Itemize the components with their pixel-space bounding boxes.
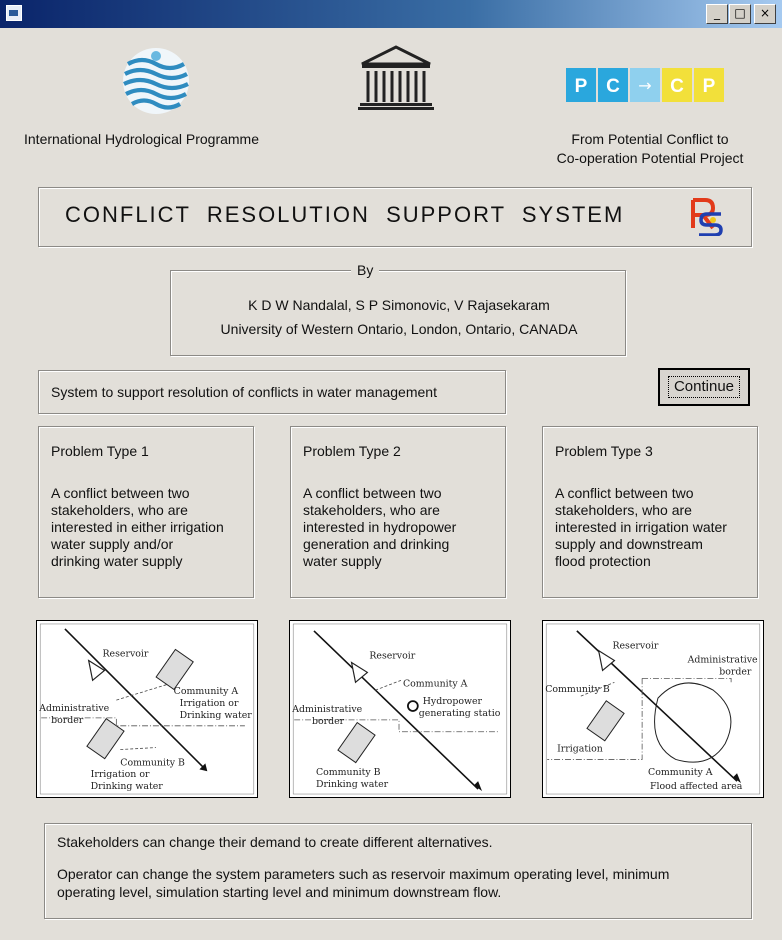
hydropower-label: generating statio — [419, 708, 501, 719]
hydropower-label: Hydropower — [423, 696, 483, 707]
community-a-label: Community A — [648, 767, 713, 778]
pccp-logo: P C → C P — [566, 68, 724, 102]
authors-group: By K D W Nandalal, S P Simonovic, V Raja… — [170, 262, 626, 356]
problem-type-2-desc-line: A conflict between two — [303, 485, 442, 501]
unesco-logo — [356, 44, 436, 110]
community-b-use: Irrigation or — [91, 769, 150, 780]
authors-names: K D W Nandalal, S P Simonovic, V Rajasek… — [248, 297, 550, 313]
community-b-use: Drinking water — [316, 779, 389, 790]
problem-type-3-desc-line: interested in irrigation water — [555, 519, 727, 535]
minimize-button[interactable]: _ — [706, 4, 728, 24]
pccp-caption-line1: From Potential Conflict to — [571, 131, 729, 147]
problem-type-1-desc-line: water supply and/or — [51, 536, 174, 552]
unesco-temple-icon — [358, 45, 434, 110]
ihp-caption: International Hydrological Programme — [24, 131, 259, 147]
community-b-label: Community B — [545, 684, 610, 695]
pccp-letter: C — [606, 76, 620, 97]
reservoir-label: Reservoir — [369, 651, 415, 662]
authors-affiliation: University of Western Ontario, London, O… — [220, 321, 578, 337]
problem-type-3-desc-line: supply and downstream — [555, 536, 703, 552]
rs-logo-icon — [689, 198, 723, 237]
problem-type-2-title: Problem Type 2 — [303, 443, 401, 459]
community-a-use: Irrigation or — [180, 698, 239, 709]
notes-panel: Stakeholders can change their demand to … — [44, 823, 752, 919]
reservoir-label: Reservoir — [103, 649, 149, 660]
problem-type-1-diagram[interactable]: Reservoir Community A Irrigation or Drin… — [36, 620, 258, 798]
problem-type-2-desc-line: interested in hydropower — [303, 519, 457, 535]
problem-type-3-title: Problem Type 3 — [555, 443, 653, 459]
community-a-label: Community A — [174, 686, 239, 697]
hydropower-station-icon — [407, 700, 419, 712]
pccp-caption-line2: Co-operation Potential Project — [556, 150, 744, 166]
pccp-letter: C — [670, 76, 684, 97]
problem-type-3-desc-line: A conflict between two — [555, 485, 694, 501]
authors-legend: By — [351, 262, 380, 278]
admin-border-label: border — [719, 666, 752, 677]
ihp-logo-icon — [123, 48, 189, 114]
problem-type-1-desc-line: stakeholders, who are — [51, 502, 188, 518]
community-a-use: Drinking water — [180, 710, 253, 721]
problem-type-1-desc-line: drinking water supply — [51, 553, 183, 569]
problem-type-3-panel: Problem Type 3 A conflict between two st… — [542, 426, 758, 598]
irrigation-label: Irrigation — [557, 744, 603, 755]
problem-type-2-desc-line: water supply — [303, 553, 382, 569]
problem-type-3-diagram[interactable]: Reservoir Administrative border Communit… — [542, 620, 764, 798]
admin-border-label: Administrative — [687, 655, 758, 666]
community-b-label: Community B — [316, 767, 381, 778]
problem-type-1-title: Problem Type 1 — [51, 443, 149, 459]
problem-type-2-diagram[interactable]: Reservoir Community A Hydropower generat… — [289, 620, 511, 798]
close-button[interactable]: × — [754, 4, 776, 24]
flood-area-label: Flood affected area — [650, 781, 743, 792]
maximize-button[interactable]: □ — [729, 4, 751, 24]
community-a-label: Community A — [403, 678, 468, 689]
community-b-label: Community B — [120, 757, 185, 768]
notes-operator-line1: Operator can change the system parameter… — [57, 866, 670, 882]
problem-type-1-desc-line: interested in either irrigation — [51, 519, 224, 535]
system-description: System to support resolution of conflict… — [51, 384, 437, 400]
problem-type-1-desc-line: A conflict between two — [51, 485, 190, 501]
problem-type-1-panel: Problem Type 1 A conflict between two st… — [38, 426, 254, 598]
continue-button-label: Continue — [667, 376, 741, 398]
pccp-letter: P — [575, 76, 588, 97]
problem-type-3-desc-line: stakeholders, who are — [555, 502, 692, 518]
reservoir-label: Reservoir — [612, 641, 658, 652]
admin-border-label: Administrative — [38, 703, 109, 714]
app-title: CONFLICT RESOLUTION SUPPORT SYSTEM — [65, 202, 625, 227]
window-titlebar[interactable]: _ □ × — [0, 0, 782, 28]
app-icon[interactable] — [6, 5, 22, 21]
notes-operator-line2: operating level, simulation starting lev… — [57, 884, 502, 900]
title-panel: CONFLICT RESOLUTION SUPPORT SYSTEM — [38, 187, 752, 247]
pccp-letter: P — [703, 76, 716, 97]
pccp-arrow: → — [638, 76, 651, 95]
admin-border-label: border — [312, 716, 345, 727]
community-b-use: Drinking water — [91, 781, 164, 792]
notes-stakeholders: Stakeholders can change their demand to … — [57, 834, 493, 850]
system-description-panel: System to support resolution of conflict… — [38, 370, 506, 414]
problem-type-3-desc-line: flood protection — [555, 553, 651, 569]
pccp-logo-icon: P C → C P — [566, 68, 724, 102]
problem-type-2-desc-line: stakeholders, who are — [303, 502, 440, 518]
ihp-logo — [120, 46, 192, 116]
problem-type-2-panel: Problem Type 2 A conflict between two st… — [290, 426, 506, 598]
continue-button[interactable]: Continue — [658, 368, 750, 406]
admin-border-label: Administrative — [291, 704, 362, 715]
admin-border-label: border — [51, 715, 84, 726]
problem-type-2-desc-line: generation and drinking — [303, 536, 450, 552]
